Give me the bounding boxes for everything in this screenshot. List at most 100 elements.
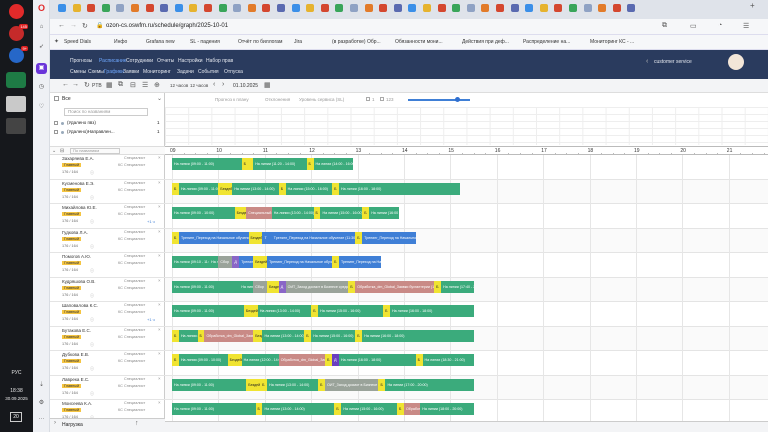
schedule-block[interactable]: На линии (14:00 - 16:00) [313, 158, 353, 170]
app-taskbar-icon[interactable] [6, 118, 26, 134]
schedule-block[interactable]: Б [304, 329, 312, 342]
download-icon[interactable]: ⇣ [36, 380, 47, 391]
bookmark-item[interactable]: Распределение на... [523, 39, 570, 45]
refresh-icon[interactable]: ↻ [84, 81, 90, 89]
browser-tab[interactable] [612, 4, 621, 12]
employee-row[interactable]: Шаповалова К.С. Специалист × Главный КС Спец… [50, 302, 165, 327]
browser-tab[interactable] [174, 4, 183, 12]
url-text[interactable]: ozon-cs.oswfm.ru/schedule/graph/2025-10-… [106, 23, 228, 29]
opera-gx-taskbar-icon[interactable]: 145 [9, 24, 28, 41]
schedule-block[interactable]: На линии (09:00 - 10:00) [172, 207, 235, 219]
schedule-block[interactable]: На линии (13:00 - 14:00) [262, 329, 305, 342]
schedule-block[interactable]: Б [434, 280, 442, 293]
menu-item[interactable]: Настройки [178, 58, 203, 64]
expand-icon[interactable]: › [54, 420, 56, 426]
schedule-block[interactable]: На л [209, 256, 219, 268]
info-icon[interactable]: ⓘ [90, 293, 94, 299]
browser-tab[interactable] [364, 4, 373, 12]
filter-row-icon[interactable]: ⊟ [60, 148, 64, 154]
browser-tab[interactable] [496, 4, 504, 12]
employee-row[interactable]: Лаврека Е.С. Специалист × Главный КС Специал… [50, 376, 165, 400]
menu-item[interactable]: Набор прав [206, 58, 233, 64]
employee-name[interactable]: Моисеева К.А. [62, 401, 92, 406]
browser-tab[interactable] [87, 4, 96, 12]
bookmark-item[interactable]: Инфо [114, 39, 127, 45]
extensions-icon[interactable]: ⧉ [662, 22, 667, 30]
menu-icon[interactable]: ☰ [743, 22, 749, 30]
list-icon[interactable]: ☰ [142, 81, 148, 89]
schedule-block[interactable]: Бездействие [218, 182, 233, 195]
browser-tab[interactable] [627, 4, 636, 12]
employee-name[interactable]: Помогов А.Ю. [62, 254, 91, 259]
deviations-toggle[interactable]: Отклонения [265, 97, 290, 102]
schedule-block[interactable]: На линии (09:00 - 11:00) [172, 403, 256, 415]
menu-item[interactable]: Отпуска [224, 69, 243, 75]
browser-tab[interactable] [116, 4, 125, 12]
browser-tab[interactable] [452, 4, 461, 12]
browser-tab[interactable] [554, 4, 563, 12]
settings-icon[interactable]: ⚙ [36, 398, 47, 409]
close-icon[interactable]: × [158, 253, 161, 258]
browser-tab[interactable] [160, 4, 169, 12]
menu-item[interactable]: События [198, 69, 219, 75]
checkbox-2[interactable] [380, 97, 384, 101]
browser-tab[interactable] [131, 4, 139, 12]
schedule-block[interactable]: Б [334, 403, 342, 415]
info-icon[interactable]: ⓘ [90, 342, 94, 348]
schedule-block[interactable]: На линии (09:00 - 11:00) [178, 182, 219, 195]
forward-icon[interactable]: → [70, 22, 77, 29]
schedule-block[interactable]: Б [278, 182, 286, 195]
bookmark-item[interactable]: Действия при деф... [462, 39, 509, 45]
schedule-block[interactable]: Д [332, 354, 340, 366]
bookmark-item[interactable]: Grafana new [146, 39, 175, 45]
schedule-block[interactable]: На линии (15:00 - 16:00) [320, 207, 363, 219]
schedule-block[interactable]: Обработка_dm_Global_Заявки бухгалтерии [278, 354, 326, 366]
employee-row[interactable]: Захаряева Е.А. Специалист × Главный КС Специ… [50, 155, 165, 180]
chevron-left-icon[interactable]: ‹ [646, 58, 648, 65]
schedule-block[interactable]: Б [355, 231, 363, 244]
close-icon[interactable]: × [158, 302, 161, 307]
schedule-block[interactable]: Бездействие [246, 378, 261, 391]
close-icon[interactable]: × [158, 327, 161, 332]
browser-tab[interactable] [393, 4, 402, 12]
schedule-block[interactable]: Д [278, 280, 286, 293]
schedule-block[interactable]: Б [362, 207, 370, 219]
schedule-block[interactable]: На линии (09:00 - 10:00) [178, 354, 228, 366]
schedule-block[interactable]: На линии (16:00 - 18:00) [339, 182, 460, 195]
arrow-back-icon[interactable]: ← [62, 81, 69, 88]
browser-tab[interactable] [598, 4, 607, 12]
group-row[interactable]: (Удалено)Направлен... 1 [50, 128, 165, 137]
close-icon[interactable]: × [158, 351, 161, 356]
employee-name[interactable]: Бутакова Е.С. [62, 328, 91, 333]
schedule-block[interactable]: На линии (09:10 - 11:00) [172, 256, 210, 268]
menu-item[interactable]: Заявки [123, 69, 139, 75]
employee-name[interactable]: Захаряева Е.А. [62, 156, 94, 161]
bookmark-item[interactable]: Jira [294, 39, 302, 45]
schedule-block[interactable]: Сбор [253, 280, 268, 293]
bookmark-item[interactable]: (в разработке) Обр... [332, 39, 381, 45]
browser-tab[interactable] [466, 4, 475, 12]
history-icon[interactable]: ◷ [36, 82, 47, 93]
employee-name[interactable]: Кусменова Е.Э. [62, 181, 94, 186]
schedule-block[interactable]: На линии (16:00 - 18:00) [339, 354, 416, 366]
schedule-block[interactable]: На линии (12:00 - 14:00) [241, 354, 279, 366]
collapse-icon[interactable]: ⌄ [52, 148, 56, 154]
arrow-forward-icon[interactable]: → [72, 81, 79, 88]
menu-item[interactable]: Мониторинг [143, 69, 171, 75]
browser-tab[interactable] [379, 4, 388, 12]
arrow-up-icon[interactable]: ↑ [135, 420, 139, 427]
schedule-block[interactable]: ОИТ_Заход досмот в Бизнесе средств [325, 378, 379, 391]
tray-icons[interactable] [3, 345, 31, 355]
group-row[interactable]: (Удалено пвз) 1 [50, 119, 165, 128]
schedule-block[interactable]: Бездействие [267, 280, 279, 293]
schedule-block[interactable]: На линии (13:00 - 14:00) [257, 305, 312, 317]
avatar[interactable] [728, 54, 744, 70]
schedule-block[interactable]: Б [306, 158, 314, 170]
schedule-block[interactable]: Сбор [218, 256, 233, 268]
schedule-block[interactable]: Обработка_dm_Global_Заявки бухгалтерии [204, 329, 254, 342]
date-field[interactable]: 01.10.2025 [233, 83, 258, 89]
info-icon[interactable]: ⓘ [90, 170, 94, 176]
schedule-block[interactable]: Тренинг_Переход на Начальное обучение [267, 256, 333, 268]
bookmark-item[interactable]: Обязанности мони... [395, 39, 443, 45]
schedule-block[interactable]: На линии (09:00 - 10:00) [178, 329, 198, 342]
